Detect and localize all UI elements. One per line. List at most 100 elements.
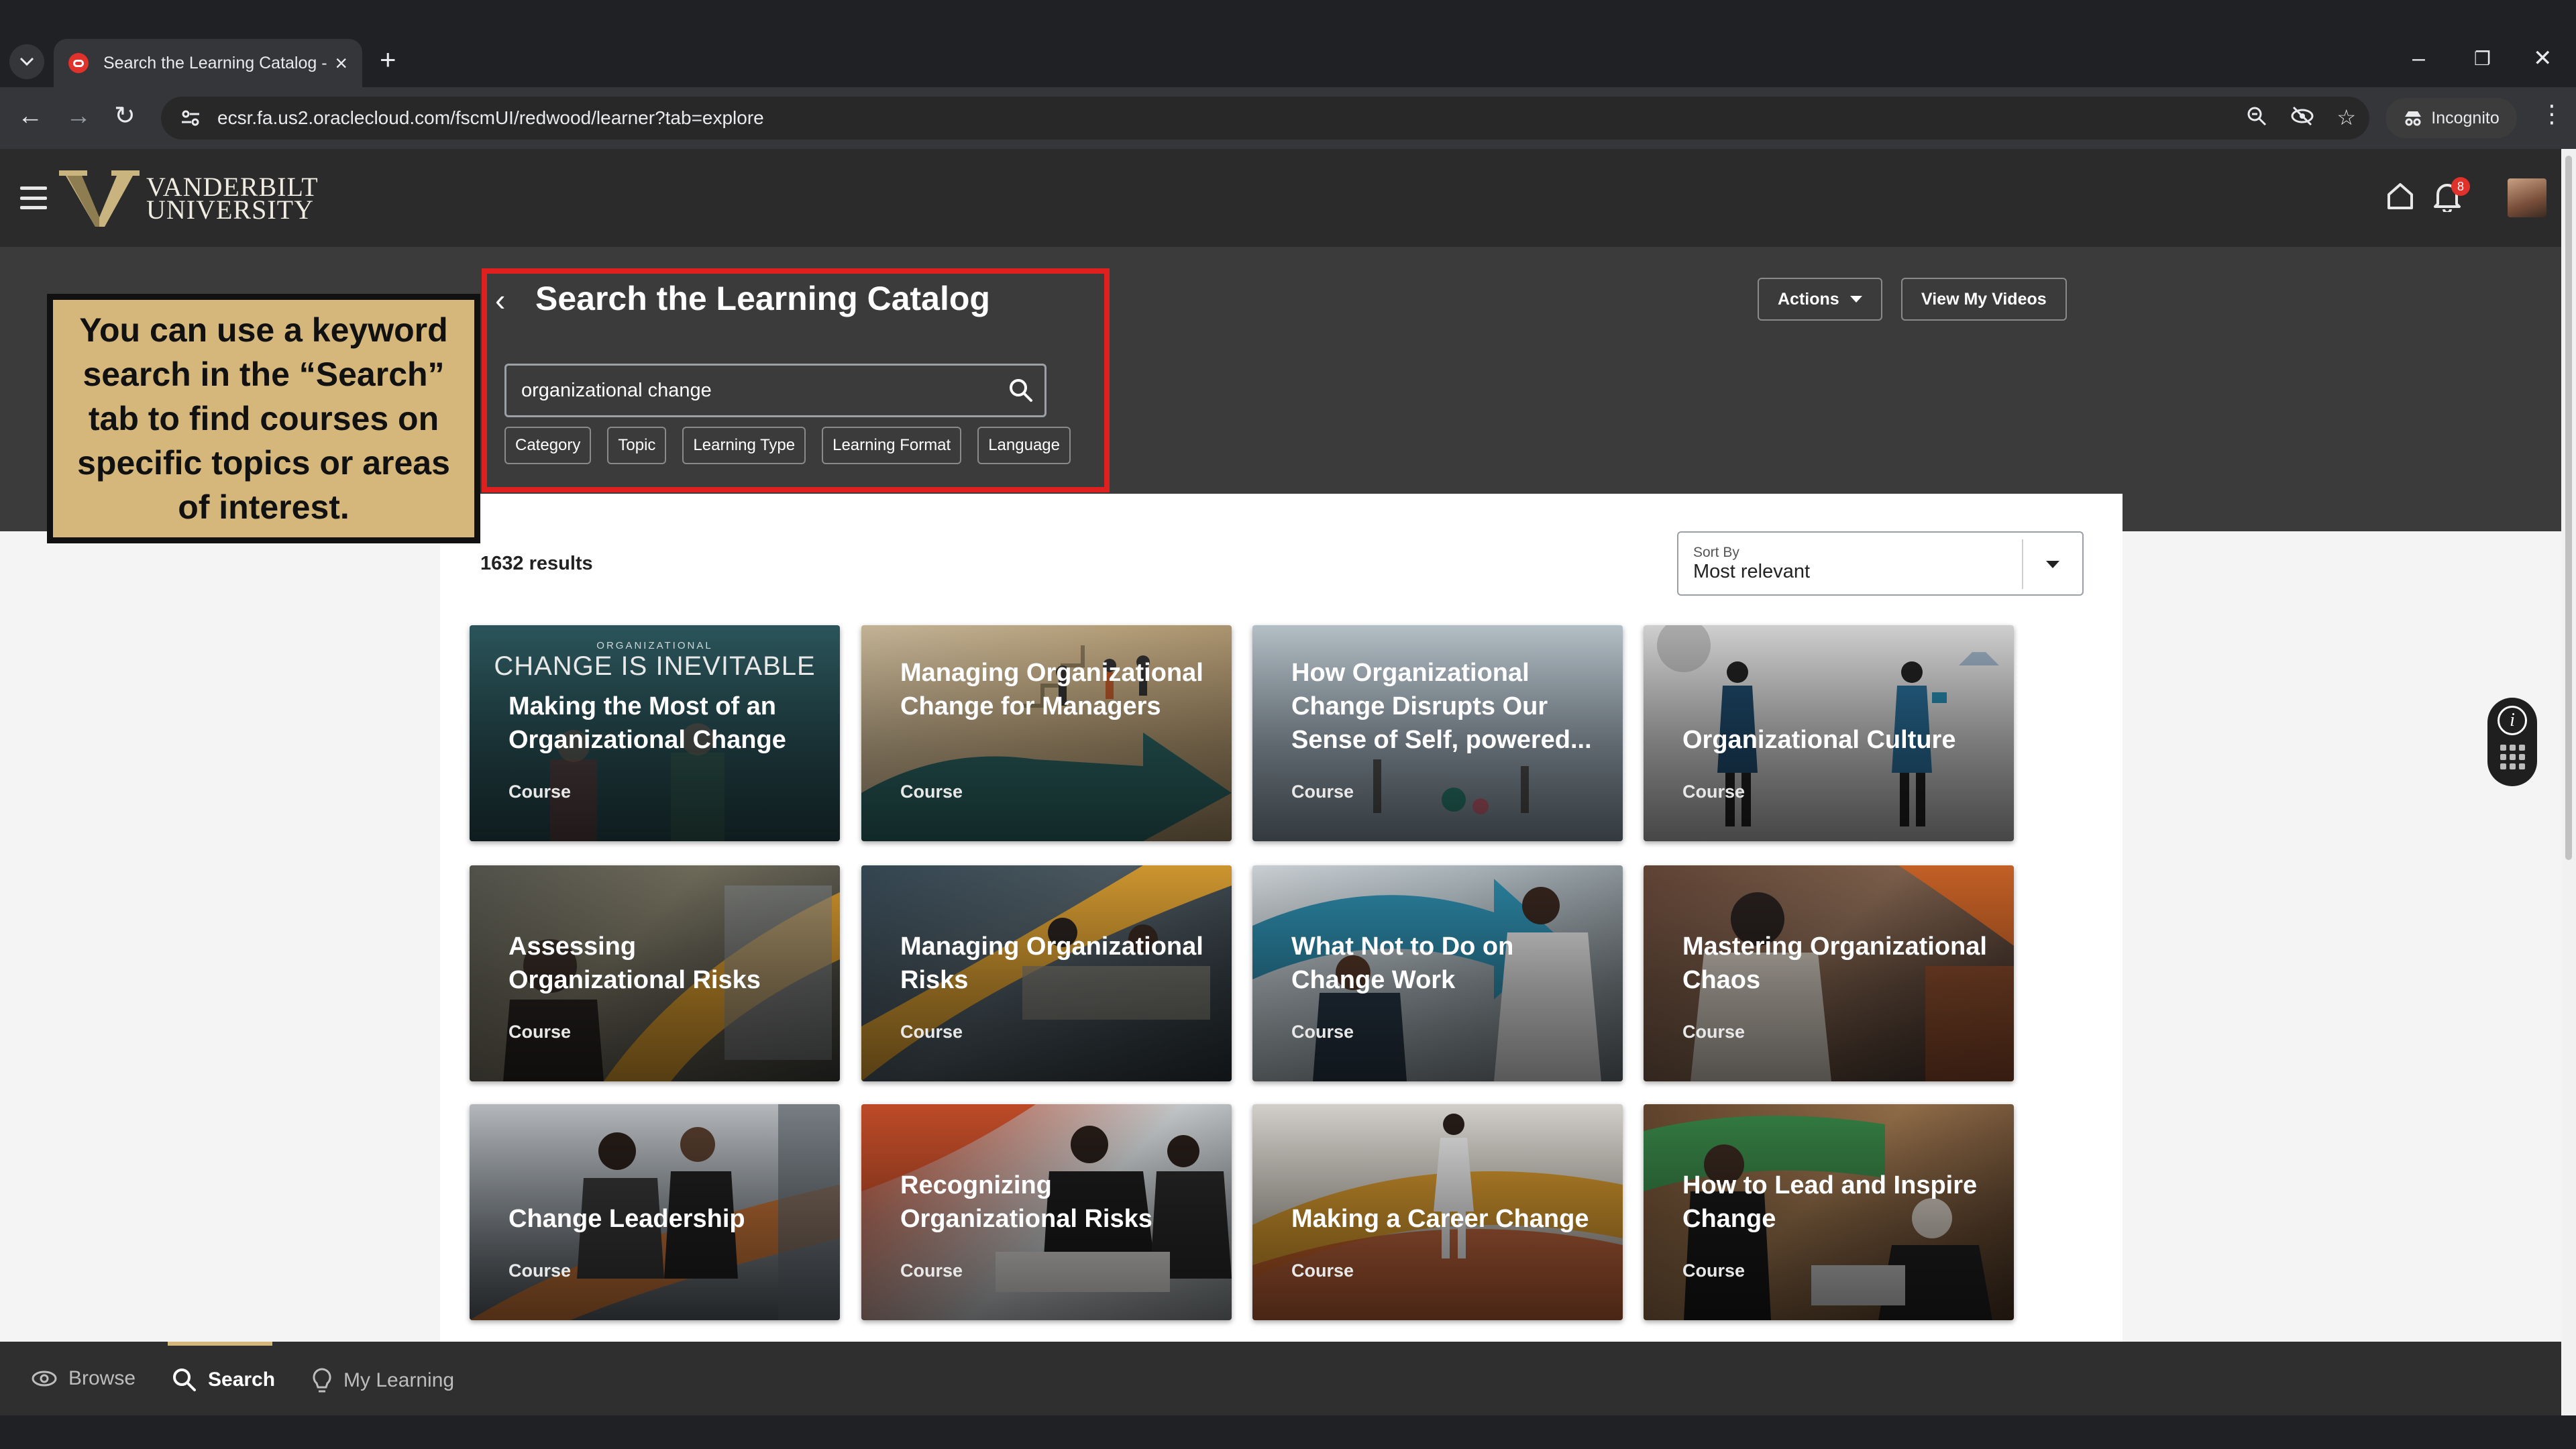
card-title: Mastering Organizational Chaos	[1682, 932, 1987, 994]
card-type: Course	[508, 782, 572, 802]
callout-text: You can use a keyword search in the “Sea…	[77, 311, 450, 526]
notification-count-badge: 8	[2451, 177, 2470, 196]
back-arrow-icon[interactable]: ←	[17, 103, 43, 129]
card-type: Course	[900, 1260, 963, 1281]
course-card[interactable]: Managing Organizational Change for Manag…	[861, 625, 1232, 841]
tab-search-dropdown[interactable]	[9, 44, 44, 79]
actions-button[interactable]: Actions	[1758, 278, 1882, 321]
active-tab-indicator	[168, 1342, 272, 1346]
course-card[interactable]: ORGANIZATIONAL CHANGE IS INEVITABLE Makin…	[470, 625, 840, 841]
bottom-navigation: Browse Search My Learning	[0, 1342, 2561, 1415]
card-type: Course	[508, 1260, 572, 1281]
reload-icon[interactable]: ↻	[114, 103, 136, 129]
eye-icon	[32, 1371, 57, 1387]
incognito-icon	[2405, 111, 2422, 126]
site-settings-icon[interactable]	[177, 105, 204, 131]
view-my-videos-button[interactable]: View My Videos	[1901, 278, 2067, 321]
card-title: How to Lead and Inspire Change	[1682, 1171, 1978, 1233]
card-type: Course	[1291, 1022, 1354, 1042]
filter-chips: Category Topic Learning Type Learning Fo…	[504, 427, 1071, 464]
course-card[interactable]: Making a Career Change Course	[1252, 1104, 1623, 1320]
search-query-text: organizational change	[521, 379, 712, 401]
lightbulb-icon	[313, 1368, 331, 1393]
filter-category[interactable]: Category	[504, 427, 592, 464]
filter-learning-type[interactable]: Learning Type	[682, 427, 806, 464]
browser-tab-active[interactable]: Search the Learning Catalog - O ×	[54, 39, 362, 87]
card-type: Course	[1682, 1260, 1746, 1281]
course-card[interactable]: Recognizing Organizational Risks Course	[861, 1104, 1232, 1320]
help-widget[interactable]: i	[2487, 698, 2537, 786]
nav-search-label: Search	[208, 1368, 276, 1391]
course-card[interactable]: Managing Organizational Risks Course	[861, 865, 1232, 1081]
back-chevron-icon[interactable]: ‹	[495, 284, 505, 315]
card-banner-text: ORGANIZATIONAL CHANGE IS INEVITABLE	[494, 640, 816, 681]
search-icon	[173, 1368, 196, 1391]
bookmark-star-icon[interactable]: ☆	[2337, 105, 2356, 130]
filter-learning-format[interactable]: Learning Format	[822, 427, 962, 464]
close-tab-icon[interactable]: ×	[335, 52, 347, 74]
card-title: Assessing Organizational Risks	[508, 932, 761, 994]
card-title: Change Leadership	[508, 1205, 745, 1233]
search-input[interactable]: organizational change	[504, 364, 1046, 417]
logo-line-2: UNIVERSITY	[146, 195, 314, 225]
taskbar-strip	[0, 1415, 2576, 1449]
zoom-icon[interactable]	[2245, 105, 2268, 127]
incognito-label: Incognito	[2431, 108, 2500, 127]
oracle-favicon-icon	[68, 53, 89, 73]
card-type: Course	[1291, 1260, 1354, 1281]
info-icon[interactable]: i	[2498, 706, 2527, 735]
home-icon[interactable]	[2385, 181, 2415, 211]
actions-label: Actions	[1778, 289, 1839, 309]
forward-arrow-icon[interactable]: →	[66, 103, 91, 129]
hamburger-menu-icon[interactable]	[20, 186, 47, 209]
nav-browse[interactable]: Browse	[31, 1367, 136, 1390]
user-avatar[interactable]	[2508, 178, 2546, 217]
card-type: Course	[900, 782, 963, 802]
page-title: Search the Learning Catalog	[535, 280, 990, 317]
search-icon[interactable]	[998, 367, 1044, 414]
course-card[interactable]: What Not to Do on Change Work Course	[1252, 865, 1623, 1081]
card-title: Organizational Culture	[1682, 726, 1956, 754]
nav-search[interactable]: Search	[172, 1367, 275, 1393]
restore-icon[interactable]: ❐	[2474, 50, 2491, 68]
card-type: Course	[508, 1022, 572, 1042]
course-card[interactable]: Assessing Organizational Risks Course	[470, 865, 840, 1081]
page-scrollbar[interactable]	[2561, 149, 2576, 1415]
close-window-icon[interactable]: ✕	[2533, 47, 2553, 70]
card-type: Course	[1682, 782, 1746, 802]
course-card[interactable]: Change Leadership Course	[470, 1104, 840, 1320]
sort-by-label: Sort By	[1693, 545, 1739, 560]
browser-toolbar: ← → ↻ ecsr.fa.us2.oraclecloud.com/fscmUI…	[0, 87, 2576, 149]
course-card[interactable]: How Organizational Change Disrupts Our S…	[1252, 625, 1623, 841]
card-title: Managing Organizational Change for Manag…	[900, 659, 1203, 720]
card-type: Course	[1682, 1022, 1746, 1042]
apps-grid-icon[interactable]	[2500, 745, 2525, 769]
view-videos-label: View My Videos	[1921, 289, 2047, 309]
course-card[interactable]: Mastering Organizational Chaos Course	[1644, 865, 2014, 1081]
card-title: Managing Organizational Risks	[900, 932, 1203, 994]
app-header: VANDERBILT UNIVERSITY 8	[0, 149, 2576, 247]
filter-topic[interactable]: Topic	[607, 427, 667, 464]
browser-menu-icon[interactable]: ⋮	[2540, 102, 2564, 126]
results-count: 1632 results	[480, 553, 593, 574]
browser-tabstrip: Search the Learning Catalog - O × + – ❐ …	[0, 0, 2576, 87]
incognito-indicator[interactable]: Incognito	[2385, 98, 2517, 138]
card-title: Making a Career Change	[1291, 1205, 1589, 1233]
nav-my-learning[interactable]: My Learning	[311, 1367, 454, 1394]
filter-language[interactable]: Language	[977, 427, 1071, 464]
eye-slash-icon[interactable]	[2290, 105, 2315, 127]
vanderbilt-v-icon	[59, 170, 140, 227]
vanderbilt-logo[interactable]: VANDERBILT UNIVERSITY	[58, 168, 319, 229]
sort-divider	[2022, 539, 2023, 589]
sort-by-select[interactable]: Sort By Most relevant	[1677, 531, 2084, 596]
course-card[interactable]: Organizational Culture Course	[1644, 625, 2014, 841]
new-tab-icon[interactable]: +	[380, 46, 396, 74]
course-card[interactable]: How to Lead and Inspire Change Course	[1644, 1104, 2014, 1320]
card-title: Making the Most of an Organizational Cha…	[508, 692, 786, 754]
chevron-down-icon	[19, 57, 34, 66]
card-title: What Not to Do on Change Work	[1291, 932, 1514, 994]
minimize-icon[interactable]: –	[2412, 47, 2425, 70]
sort-caret-down-icon[interactable]	[2046, 561, 2059, 568]
address-bar[interactable]: ecsr.fa.us2.oraclecloud.com/fscmUI/redwo…	[161, 97, 2369, 140]
nav-browse-label: Browse	[68, 1367, 136, 1389]
